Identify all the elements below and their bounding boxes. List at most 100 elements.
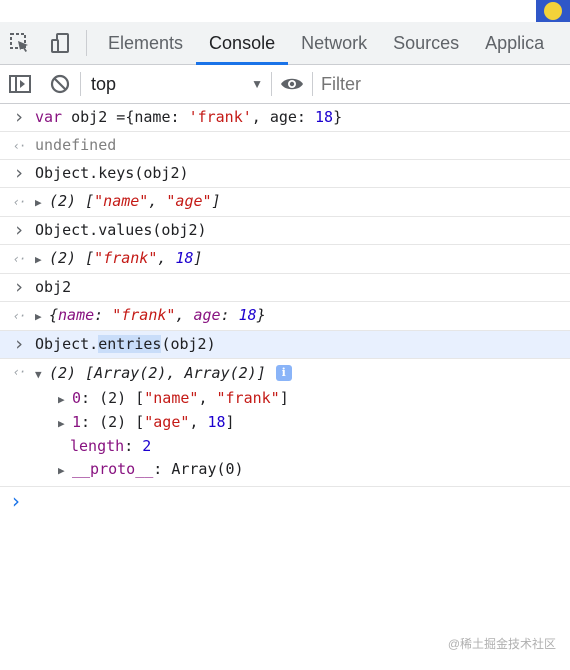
tab-sources[interactable]: Sources	[380, 22, 472, 64]
code-token: [	[85, 249, 95, 267]
collapse-triangle-icon[interactable]: ▼	[35, 362, 49, 387]
tab-application[interactable]: Applica	[472, 22, 557, 64]
result-arrow-icon	[11, 302, 27, 330]
show-sidebar-icon[interactable]	[0, 63, 40, 105]
inspect-element-icon[interactable]	[0, 22, 40, 64]
property-value: 2	[142, 437, 152, 455]
input-prompt-icon	[11, 274, 27, 302]
filter-input[interactable]	[319, 67, 503, 101]
code-token: [	[85, 192, 95, 210]
array-count: (2)	[99, 389, 127, 407]
array-summary: (2) [Array(2), Array(2)]	[49, 364, 266, 382]
code-token: :	[94, 306, 113, 324]
toolbar-divider	[312, 72, 313, 96]
code-token: ]	[225, 413, 235, 431]
array-index: 0	[72, 389, 82, 407]
console-result-line[interactable]: ▶(2) ["frank", 18]	[0, 245, 570, 274]
code-token: obj2	[71, 108, 108, 126]
code-token: ]	[279, 389, 289, 407]
highlighted-word: entries	[98, 335, 162, 353]
console-input-line: Object.values(obj2)	[0, 217, 570, 245]
dropdown-arrow-icon: ▼	[251, 77, 263, 91]
expand-triangle-icon[interactable]: ▶	[35, 189, 49, 216]
code-token: [	[135, 389, 145, 407]
command-text: Object.values(obj2)	[35, 221, 207, 239]
console-input-line: Object.keys(obj2)	[0, 160, 570, 188]
toolbar-divider	[86, 30, 87, 56]
expand-triangle-icon[interactable]: ▶	[58, 459, 72, 482]
prompt-caret-icon: ›	[12, 489, 20, 513]
property-key: __proto__	[72, 460, 154, 478]
tab-console[interactable]: Console	[196, 22, 289, 65]
console-result-expanded[interactable]: ▼(2) [Array(2), Array(2)] i	[0, 359, 570, 387]
device-toolbar-icon[interactable]	[40, 22, 80, 64]
expand-triangle-icon[interactable]: ▶	[35, 303, 49, 330]
live-expression-eye-icon[interactable]	[272, 63, 312, 105]
code-token: ,	[148, 192, 167, 210]
code-token: Object.	[35, 335, 99, 353]
code-token: 18	[315, 108, 334, 126]
property-value: Array(0)	[171, 460, 244, 478]
watermark: @稀土掘金技术社区	[447, 637, 556, 651]
console-result-line: undefined	[0, 132, 570, 160]
code-token: 'frank'	[188, 108, 252, 126]
code-token: ]	[193, 249, 203, 267]
array-value: "frank"	[216, 389, 280, 407]
context-label: top	[91, 73, 117, 94]
result-value: undefined	[35, 136, 117, 154]
console-input-line-selected: Object.entries(obj2)	[0, 331, 570, 359]
input-prompt-icon	[11, 217, 27, 245]
code-token: }	[333, 108, 343, 126]
array-value: "name"	[144, 389, 199, 407]
expand-triangle-icon[interactable]: ▶	[58, 412, 72, 435]
console-input-line: obj2	[0, 274, 570, 302]
code-token: :	[220, 306, 239, 324]
result-arrow-icon	[11, 132, 27, 160]
avatar	[536, 0, 570, 22]
code-token: ]	[211, 192, 221, 210]
console-toolbar: top ▼	[0, 65, 570, 104]
code-token: var	[35, 108, 63, 126]
object-value: 18	[238, 306, 257, 324]
property-key: length	[70, 437, 125, 455]
expand-triangle-icon[interactable]: ▶	[58, 388, 72, 411]
array-value: 18	[175, 249, 194, 267]
code-token: ,	[198, 389, 217, 407]
array-entry-row[interactable]: ▶ 0: (2) ["name", "frank"]	[0, 387, 570, 411]
console-prompt[interactable]: ›	[0, 487, 570, 517]
window-top-strip	[0, 0, 570, 22]
code-token: {	[49, 306, 59, 324]
array-value: "name"	[94, 192, 149, 210]
tab-elements[interactable]: Elements	[95, 22, 196, 64]
tab-network[interactable]: Network	[288, 22, 380, 64]
object-key: age	[193, 306, 221, 324]
code-token: {name:	[125, 108, 189, 126]
code-token: ,	[175, 306, 194, 324]
clear-console-icon[interactable]	[40, 63, 80, 105]
array-index: 1	[72, 413, 82, 431]
context-selector[interactable]: top ▼	[81, 65, 271, 103]
result-arrow-icon	[11, 245, 27, 273]
array-count: (2)	[49, 192, 77, 210]
array-length-row: length: 2	[70, 437, 152, 455]
object-value: "frank"	[112, 306, 176, 324]
command-text: obj2	[35, 278, 72, 296]
console-input-line: var obj2 = {name: 'frank', age: 18}	[0, 104, 570, 132]
result-arrow-icon	[11, 359, 27, 385]
input-prompt-icon	[11, 331, 27, 359]
array-value: "frank"	[94, 249, 158, 267]
code-token: ,	[157, 249, 176, 267]
object-key: name	[58, 306, 95, 324]
console-result-line[interactable]: ▶(2) ["name", "age"]	[0, 188, 570, 217]
expand-triangle-icon[interactable]: ▶	[35, 246, 49, 273]
array-entry-row[interactable]: ▶ 1: (2) ["age", 18]	[0, 411, 570, 435]
array-proto-row[interactable]: ▶ __proto__: Array(0)	[0, 458, 570, 487]
info-icon[interactable]: i	[275, 365, 292, 381]
result-arrow-icon	[11, 188, 27, 216]
code-token: =	[116, 108, 126, 126]
array-value: 18	[207, 413, 226, 431]
array-count: (2)	[99, 413, 127, 431]
console-result-line[interactable]: ▶{name: "frank", age: 18}	[0, 302, 570, 331]
command-text: Object.keys(obj2)	[35, 164, 189, 182]
code-token: }	[256, 306, 266, 324]
